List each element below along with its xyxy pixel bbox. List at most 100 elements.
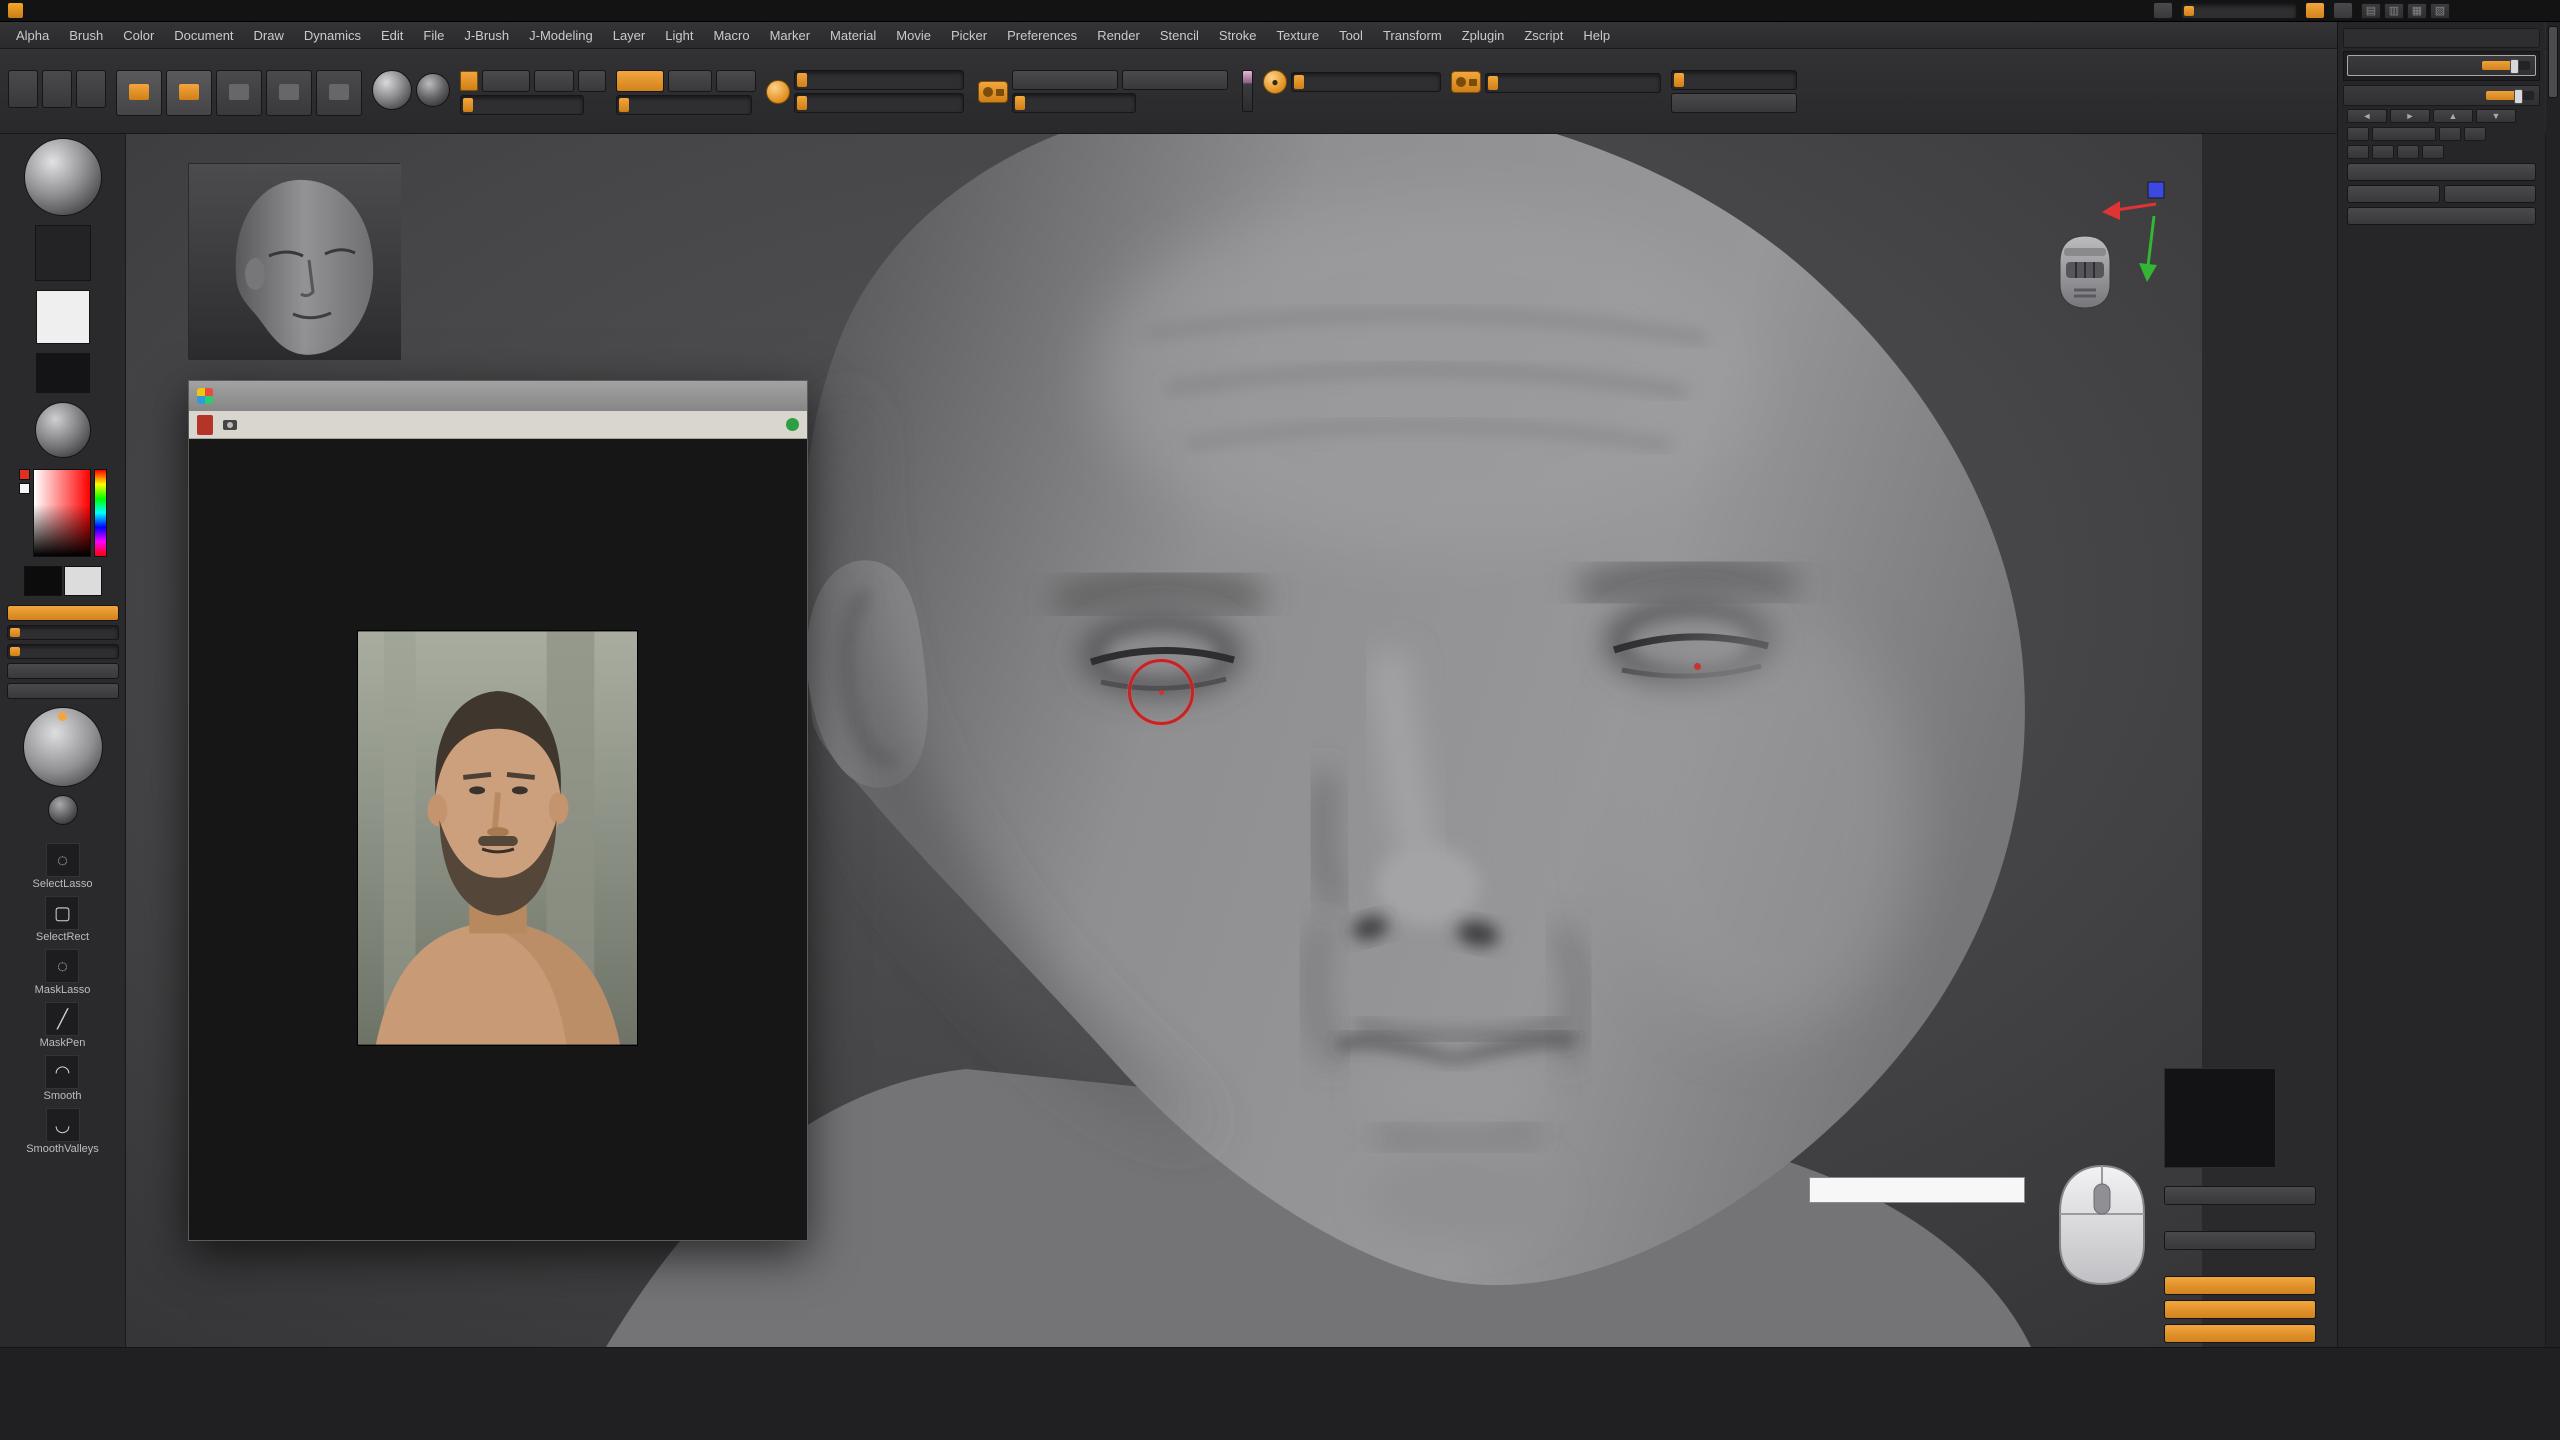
zsub-button[interactable]	[668, 70, 712, 92]
rgb-button[interactable]	[534, 70, 574, 92]
hue-bar[interactable]	[94, 469, 107, 557]
menu-item[interactable]: Texture	[1266, 22, 1329, 49]
panel-icon[interactable]: ▧	[2430, 3, 2450, 19]
menu-item[interactable]: Alpha	[6, 22, 59, 49]
right-scrollbar[interactable]	[2546, 22, 2560, 1440]
document-icon[interactable]: ▥	[2384, 3, 2404, 19]
secondary-color-swatch[interactable]	[64, 566, 102, 596]
mdd-speed-button[interactable]	[2444, 185, 2537, 203]
main-color-swatch[interactable]	[24, 566, 62, 596]
photo-content-area[interactable]	[189, 439, 807, 1240]
photo-close-button[interactable]	[777, 386, 799, 406]
grid-icon[interactable]: ▦	[2407, 3, 2427, 19]
quicksave-button[interactable]	[2153, 2, 2173, 19]
move-button[interactable]	[216, 70, 262, 116]
pin-button[interactable]	[782, 418, 799, 431]
maximize-button[interactable]	[2492, 2, 2518, 20]
accucurve-button[interactable]	[7, 663, 119, 679]
brush-smoothvalleys[interactable]: ◡ SmoothValleys	[26, 1108, 99, 1155]
focal-shift-slider[interactable]	[794, 70, 964, 90]
photo-extra-button[interactable]	[693, 386, 715, 406]
scrollbar-thumb[interactable]	[2548, 26, 2558, 98]
layer-name-input[interactable]	[2347, 55, 2536, 76]
blur-slider[interactable]	[7, 625, 119, 640]
photo-window-titlebar[interactable]	[189, 381, 807, 411]
m-button[interactable]	[578, 70, 606, 92]
scale-button[interactable]	[266, 70, 312, 116]
menu-item[interactable]: Zscript	[1514, 22, 1573, 49]
menu-item[interactable]: Preferences	[997, 22, 1087, 49]
menu-item[interactable]: Stroke	[1209, 22, 1267, 49]
layer-intensity-slider[interactable]	[2482, 61, 2530, 70]
layer-delete-button[interactable]	[2464, 127, 2486, 141]
menu-item[interactable]: Tool	[1329, 22, 1373, 49]
current-brush-thumbnail[interactable]	[24, 138, 102, 216]
zcut-button[interactable]	[716, 70, 756, 92]
menu-item[interactable]: Color	[113, 22, 164, 49]
field-of-view-slider[interactable]	[1485, 73, 1661, 93]
swatch-red[interactable]	[19, 469, 30, 480]
reference-head-thumbnail[interactable]	[188, 163, 400, 359]
see-through-slider[interactable]	[2181, 3, 2297, 19]
zadd-button[interactable]	[616, 70, 664, 92]
brush-maskpen[interactable]: ╱ MaskPen	[40, 1002, 86, 1049]
layers-palette-header[interactable]	[2343, 28, 2540, 48]
lightbox-button[interactable]	[42, 70, 72, 108]
layer-icon-4[interactable]	[2422, 145, 2444, 159]
menu-item[interactable]: Dynamics	[294, 22, 371, 49]
layer-next-button[interactable]: ►	[2390, 109, 2430, 123]
menu-item[interactable]: Transform	[1373, 22, 1452, 49]
layer-name-button[interactable]	[2372, 127, 2436, 141]
brush-selectlasso[interactable]: ◌ SelectLasso	[33, 843, 93, 890]
live-boolean-button[interactable]	[76, 70, 106, 108]
texture-thumbnail[interactable]	[36, 353, 90, 393]
exif-button[interactable]	[223, 420, 241, 430]
replaylastrel-button[interactable]	[1122, 70, 1228, 90]
layer-up-button[interactable]: ▲	[2433, 109, 2473, 123]
crease-button[interactable]	[2164, 1324, 2316, 1343]
menu-item[interactable]: Draw	[244, 22, 294, 49]
stroke-thumbnail[interactable]	[35, 225, 91, 281]
z-intensity-slider[interactable]	[616, 95, 752, 115]
replaylast-button[interactable]	[1012, 70, 1118, 90]
menu-item[interactable]: Layer	[603, 22, 656, 49]
active-layer-row[interactable]	[2343, 85, 2540, 106]
tool-preview-icon[interactable]	[2052, 232, 2118, 315]
layer-icon-3[interactable]	[2397, 145, 2419, 159]
update-notice-button[interactable]	[197, 415, 213, 435]
swatch-white[interactable]	[19, 483, 30, 494]
startup-material-thumbnail[interactable]	[48, 795, 78, 825]
groups-button[interactable]	[2164, 1300, 2316, 1319]
material-thumbnail[interactable]	[35, 402, 91, 458]
maskbyfeature-button[interactable]	[2164, 1231, 2316, 1250]
color-picker[interactable]	[19, 469, 107, 557]
menu-item[interactable]: Help	[1573, 22, 1620, 49]
photo-viewer-window[interactable]	[188, 380, 808, 1241]
brush-smooth[interactable]: ◠ Smooth	[44, 1055, 82, 1102]
script-icon[interactable]: ▤	[2361, 3, 2381, 19]
deepshadow-button[interactable]	[1671, 93, 1797, 113]
menu-item[interactable]: Marker	[760, 22, 820, 49]
menu-item[interactable]: Edit	[371, 22, 413, 49]
rf-slider[interactable]	[7, 644, 119, 659]
menu-item[interactable]: Material	[820, 22, 886, 49]
objshadow-slider[interactable]	[1671, 70, 1797, 90]
layer-new-button[interactable]	[2347, 127, 2369, 141]
import-mdd-button[interactable]	[2347, 185, 2440, 203]
menu-item[interactable]: Zplugin	[1452, 22, 1515, 49]
photo-minimize-button[interactable]	[721, 386, 743, 406]
menu-item[interactable]: J-Modeling	[519, 22, 603, 49]
layer-prev-button[interactable]: ◄	[2347, 109, 2387, 123]
mrgb-button[interactable]	[482, 70, 530, 92]
border-button[interactable]	[2164, 1276, 2316, 1295]
menu-item[interactable]: Render	[1087, 22, 1150, 49]
adjustlast-slider[interactable]	[1012, 93, 1136, 113]
layer-duplicate-button[interactable]	[2439, 127, 2461, 141]
draw-button[interactable]	[166, 70, 212, 116]
bake-all-button[interactable]	[2347, 163, 2536, 181]
menu-item[interactable]: Stencil	[1150, 22, 1209, 49]
menu-item[interactable]: Macro	[703, 22, 759, 49]
texture-on-button[interactable]	[2164, 1186, 2316, 1205]
menu-item[interactable]: Movie	[886, 22, 941, 49]
rotate-button[interactable]	[316, 70, 362, 116]
